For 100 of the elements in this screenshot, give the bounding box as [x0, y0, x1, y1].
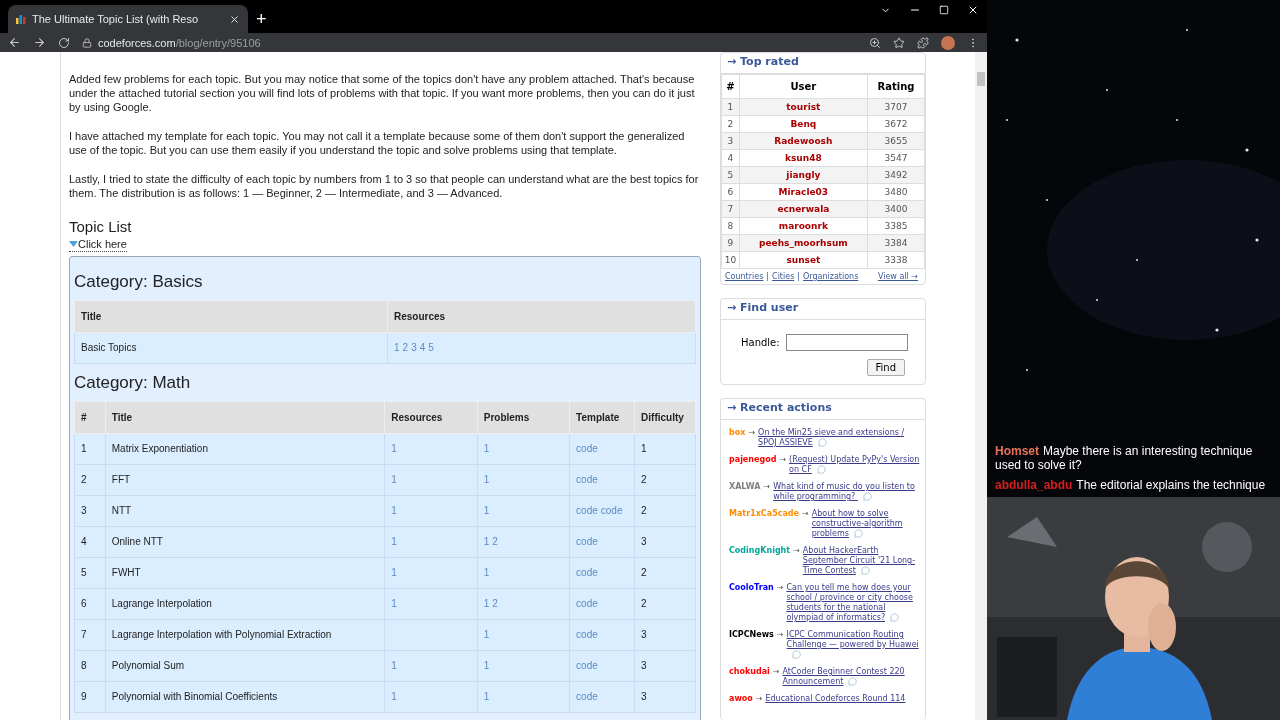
card-title: → Find user: [721, 299, 925, 320]
browser-tab[interactable]: The Ultimate Topic List (with Reso: [8, 5, 248, 33]
close-icon[interactable]: [967, 4, 979, 16]
arrow-text: →: [776, 630, 784, 640]
table-link[interactable]: 1: [391, 598, 397, 609]
user-link[interactable]: CodingKnight: [729, 546, 791, 556]
user-link[interactable]: jiangly: [786, 170, 821, 180]
user-link[interactable]: ICPCNews: [729, 630, 774, 640]
comment-icon: [817, 438, 827, 447]
table-cell: 4: [74, 526, 106, 558]
address-field[interactable]: codeforces.com/blog/entry/95106: [98, 36, 261, 49]
topic-link[interactable]: Can you tell me how does your school / province or city choose students for the national olympiad of informatics?: [786, 583, 921, 623]
table-link[interactable]: 2: [492, 536, 498, 547]
table-link[interactable]: code: [576, 567, 598, 578]
arrow-text: →: [763, 482, 771, 492]
find-button[interactable]: Find: [866, 359, 905, 376]
user-link[interactable]: XALWA: [729, 482, 761, 492]
table-link[interactable]: 1: [391, 567, 397, 578]
back-icon[interactable]: [8, 36, 21, 49]
arrow-text: →: [755, 694, 763, 704]
table-cell: 3: [634, 650, 696, 682]
forward-icon[interactable]: [33, 36, 46, 49]
bookmark-icon[interactable]: [893, 36, 905, 49]
user-link[interactable]: chokudai: [729, 667, 770, 677]
table-link[interactable]: code: [576, 443, 598, 454]
user-link[interactable]: ksun48: [785, 153, 822, 163]
scrollbar[interactable]: [975, 52, 987, 720]
table-link[interactable]: 1: [483, 505, 490, 516]
table-link[interactable]: 1: [394, 342, 400, 353]
user-link[interactable]: Miracle03: [778, 187, 829, 197]
footer-link[interactable]: Countries: [725, 272, 764, 281]
table-link[interactable]: 1: [391, 660, 397, 671]
table-cell: 3: [634, 681, 696, 713]
table-link[interactable]: 1: [391, 443, 397, 454]
topic-link[interactable]: About HackerEarth September Circuit '21 Long-Time Contest: [802, 546, 921, 576]
table-link[interactable]: 2: [492, 598, 498, 609]
user-link[interactable]: CooloTran: [729, 583, 774, 593]
table-link[interactable]: code: [600, 505, 623, 516]
topic-link[interactable]: Educational Codeforces Round 114: [765, 694, 921, 704]
footer-link[interactable]: Organizations: [803, 272, 859, 281]
reload-icon[interactable]: [58, 36, 70, 49]
maximize-icon[interactable]: [939, 5, 949, 15]
topic-link[interactable]: (Request) Update PyPy's Version on CF: [789, 455, 921, 475]
user-link[interactable]: Matr1xCa5cade: [729, 509, 799, 519]
table-link[interactable]: 1: [483, 567, 490, 578]
table-link[interactable]: 1: [483, 629, 490, 640]
table-link[interactable]: code: [576, 691, 598, 702]
user-link[interactable]: Radewoosh: [774, 136, 833, 146]
topic-link[interactable]: About how to solve constructive-algorithm problems: [811, 509, 921, 539]
table-link[interactable]: 1: [483, 691, 490, 702]
view-all-link[interactable]: View all →: [877, 272, 918, 281]
table-link[interactable]: 5: [428, 342, 434, 353]
table-link[interactable]: 1: [391, 474, 397, 485]
table-cell: 2: [634, 557, 696, 589]
column-header: Problems: [477, 401, 570, 434]
table-link[interactable]: 1: [483, 598, 490, 609]
table-link[interactable]: 1: [391, 505, 397, 516]
user-link[interactable]: tourist: [786, 102, 821, 112]
column-header: Resources: [384, 401, 478, 434]
spoiler-link[interactable]: Click here: [69, 237, 127, 252]
topic-link[interactable]: ICPC Communication Routing Challenge — powered by Huawei: [786, 630, 921, 660]
zoom-icon[interactable]: [869, 36, 881, 49]
topic-link[interactable]: What kind of music do you listen to while programming?: [773, 482, 921, 502]
table-link[interactable]: 2: [402, 342, 409, 353]
table-link[interactable]: 1: [483, 660, 490, 671]
user-link[interactable]: pajenegod: [729, 455, 777, 465]
new-tab-button[interactable]: +: [256, 5, 267, 33]
user-link[interactable]: Benq: [790, 119, 817, 129]
paragraph: Lastly, I tried to state the difficulty of each topic by numbers from 1 to 3 so that people can understand what are the best topics for them. The distribution is as follows: 1 — Beginner, 2 — Intermediate, and 3 — Advanced.: [69, 172, 700, 200]
table-link[interactable]: 1: [391, 536, 397, 547]
user-link[interactable]: maroonrk: [778, 221, 828, 231]
table-link[interactable]: code: [576, 474, 598, 485]
handle-field[interactable]: [785, 334, 908, 351]
topic-link[interactable]: On the Min25 sieve and extensions / SPOJ ASSIEVE: [758, 428, 921, 448]
topic-link[interactable]: AtCoder Beginner Contest 220 Announcement: [782, 667, 921, 687]
table-link[interactable]: code: [576, 598, 598, 609]
table-link[interactable]: 3: [411, 342, 417, 353]
extensions-icon[interactable]: [917, 36, 929, 49]
user-link[interactable]: peehs_moorhsum: [759, 238, 848, 248]
user-link[interactable]: box: [729, 428, 746, 438]
user-link[interactable]: ecnerwala: [777, 204, 830, 214]
arrow-text: →: [793, 546, 800, 556]
table-cell: Lagrange Interpolation with Polynomial Extraction: [105, 619, 385, 651]
table-link[interactable]: code: [576, 505, 598, 516]
table-link[interactable]: code: [576, 660, 598, 671]
table-link[interactable]: code: [576, 629, 598, 640]
user-link[interactable]: sunset: [786, 255, 821, 265]
triangle-icon: [69, 241, 78, 247]
table-link[interactable]: code: [576, 536, 598, 547]
table-link[interactable]: 4: [419, 342, 426, 353]
table-link[interactable]: 1: [483, 536, 490, 547]
separator: |: [797, 272, 801, 281]
footer-link[interactable]: Cities: [772, 272, 795, 281]
table-cell: Polynomial with Binomial Coefficients: [105, 681, 385, 713]
table-link[interactable]: 1: [483, 443, 490, 454]
table-link[interactable]: 1: [483, 474, 490, 485]
user-link[interactable]: awoo: [729, 694, 753, 704]
close-icon[interactable]: [229, 13, 240, 25]
profile-avatar[interactable]: [941, 35, 955, 50]
table-link[interactable]: 1: [391, 691, 397, 702]
